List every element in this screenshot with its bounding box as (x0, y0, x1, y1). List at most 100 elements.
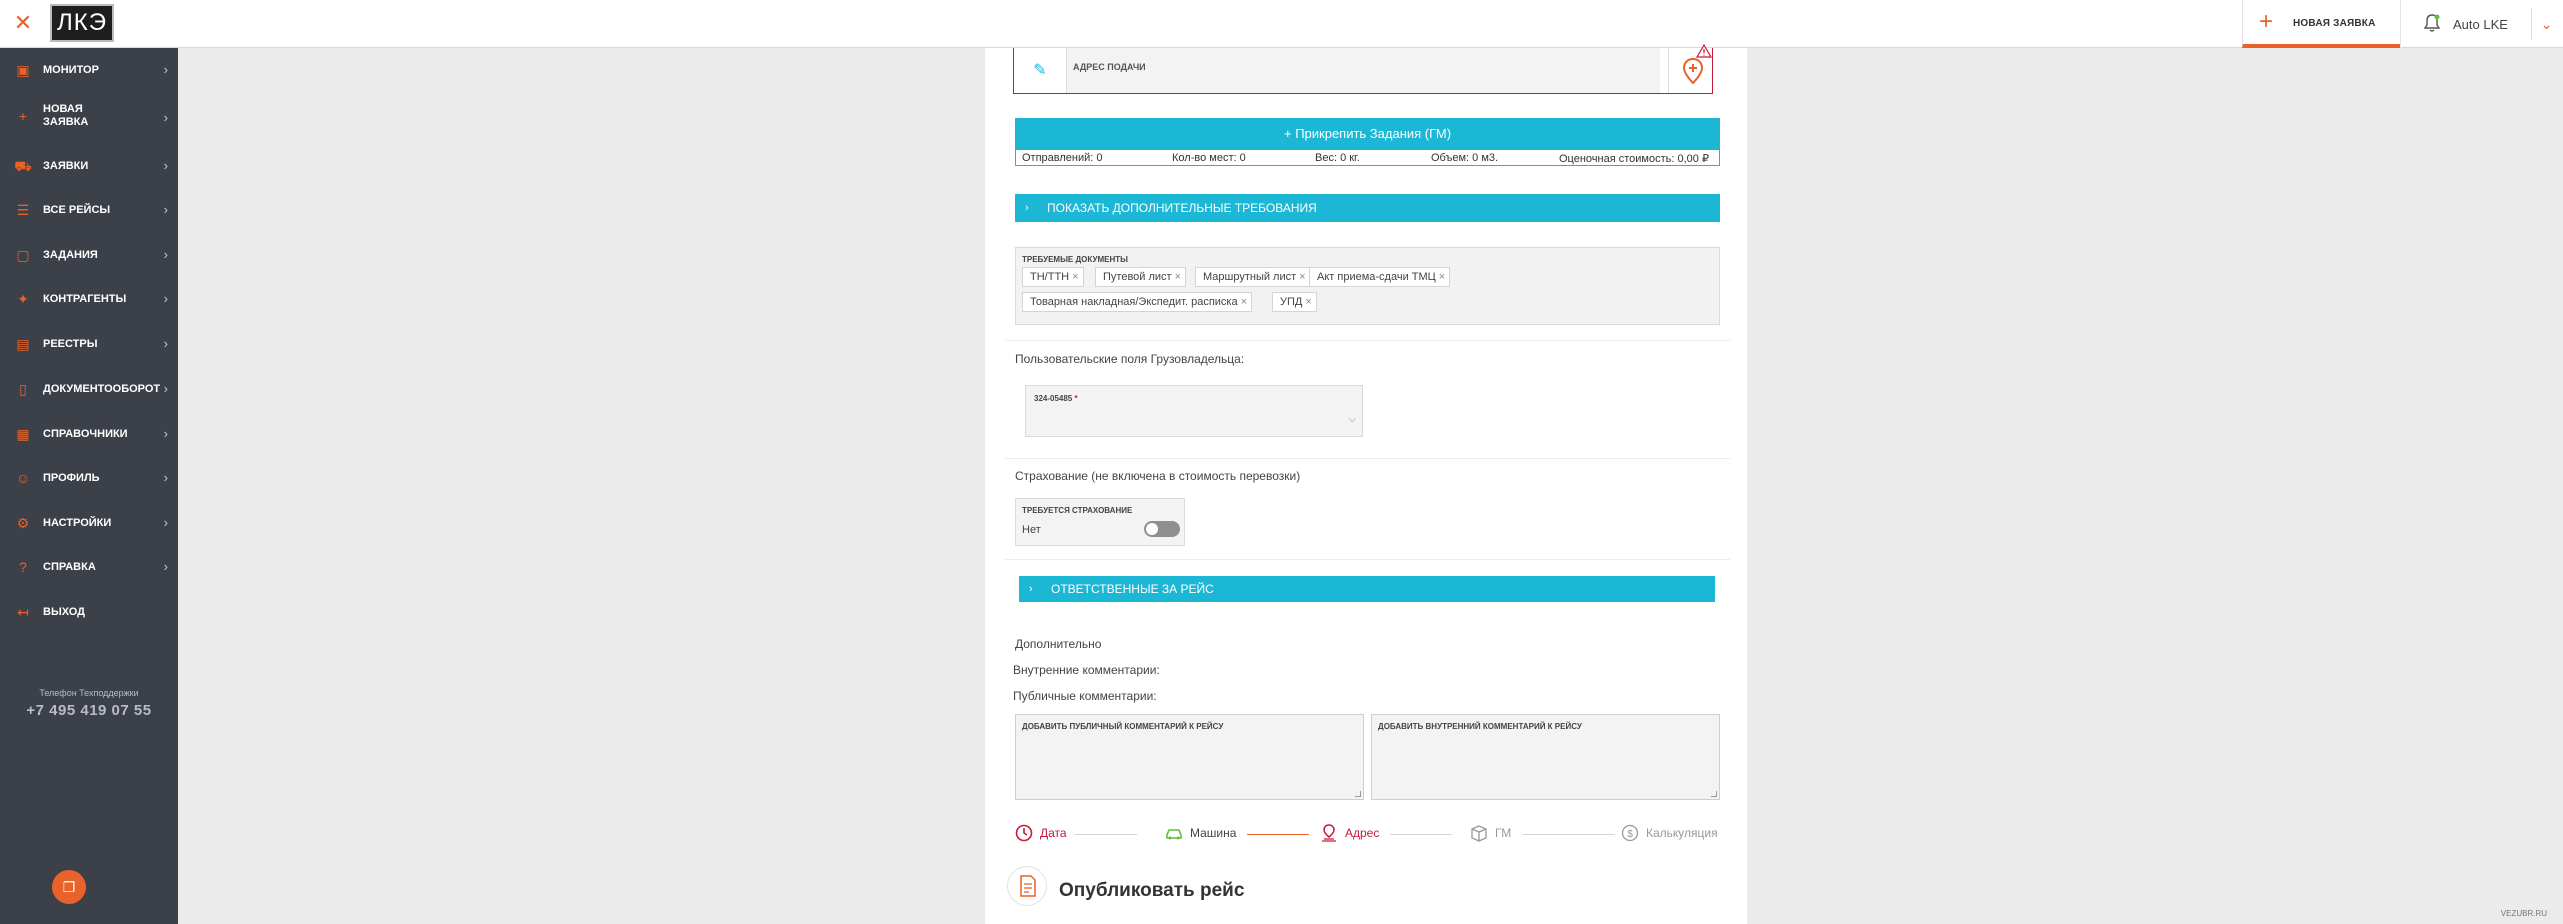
sidebar-item-directories[interactable]: ▦ СПРАВОЧНИКИ › (0, 412, 178, 456)
address-field[interactable]: АДРЕС ПОДАЧИ (1066, 48, 1660, 93)
chevron-down-icon: ⌵ (1348, 414, 1356, 425)
doc-chip: ТН/ТТН × (1022, 267, 1084, 287)
insurance-value: Нет (1022, 524, 1041, 536)
logo: ЛКЭ (50, 4, 114, 42)
help-icon: ? (19, 559, 27, 575)
sidebar-item-profile[interactable]: ☺ ПРОФИЛЬ › (0, 456, 178, 500)
divider (1005, 458, 1730, 459)
gear-icon: ⚙ (16, 515, 30, 531)
sidebar-item-new-order[interactable]: + НОВАЯ ЗАЯВКА › (0, 92, 178, 144)
chevron-right-icon: › (1029, 583, 1033, 595)
insurance-field: ТРЕБУЕТСЯ СТРАХОВАНИЕ Нет (1015, 498, 1185, 546)
resize-handle[interactable] (1711, 791, 1717, 797)
address-label: АДРЕС ПОДАЧИ (1073, 62, 1146, 72)
remove-icon[interactable]: × (1299, 271, 1305, 283)
doc-chip: Товарная накладная/Экспедит. расписка × (1022, 292, 1253, 312)
custom-field-select[interactable]: 324-05485 * ⌵ (1025, 385, 1363, 437)
remove-icon[interactable]: × (1439, 271, 1445, 283)
chevron-right-icon: › (163, 426, 168, 441)
remove-icon[interactable]: × (1072, 271, 1078, 283)
sidebar-item-label: СПРАВКА (43, 561, 96, 573)
attach-tasks-button[interactable]: + Прикрепить Задания (ГМ) (1015, 118, 1720, 149)
edit-icon[interactable]: ✎ (1014, 48, 1066, 93)
required-documents-select[interactable]: ТРЕБУЕМЫЕ ДОКУМЕНТЫ ТН/ТТН × Путевой лист… (1015, 247, 1720, 325)
remove-icon[interactable]: × (1241, 296, 1247, 308)
step-label: Дата (1040, 826, 1067, 840)
internal-comment-textarea[interactable]: ДОБАВИТЬ ВНУТРЕННИЙ КОММЕНТАРИЙ К РЕЙСУ (1371, 714, 1720, 800)
divider (1005, 340, 1730, 341)
profile-icon: ☺ (15, 470, 31, 486)
sidebar-item-monitor[interactable]: ▣ МОНИТОР › (0, 48, 178, 92)
sidebar-item-label: ПРОФИЛЬ (43, 472, 100, 484)
list-icon: ☰ (16, 202, 30, 218)
box-icon: ▢ (16, 247, 30, 263)
responsible-toggle[interactable]: › ОТВЕТСТВЕННЫЕ ЗА РЕЙС (1019, 576, 1715, 602)
stats-bar: Отправлений: 0 Кол-во мест: 0 Вес: 0 кг.… (1015, 149, 1720, 166)
chevron-right-icon: › (163, 202, 168, 217)
sidebar-item-logout[interactable]: ↤ ВЫХОД (0, 590, 178, 634)
sidebar-item-all-trips[interactable]: ☰ ВСЕ РЕЙСЫ › (0, 188, 178, 232)
public-comment-textarea[interactable]: ДОБАВИТЬ ПУБЛИЧНЫЙ КОММЕНТАРИЙ К РЕЙСУ (1015, 714, 1364, 800)
step-label: Адрес (1345, 826, 1380, 840)
chevron-right-icon: › (163, 470, 168, 485)
sidebar-item-label: НАСТРОЙКИ (43, 517, 112, 529)
truck-icon: ⛟ (14, 158, 32, 174)
chevron-right-icon: › (163, 291, 168, 306)
publish-trip-title: Опубликовать рейс (1059, 880, 1245, 901)
sidebar-item-documents[interactable]: ▯ ДОКУМЕНТООБОРОТ › (0, 367, 178, 411)
extra-requirements-toggle[interactable]: › ПОКАЗАТЬ ДОПОЛНИТЕЛЬНЫЕ ТРЕБОВАНИЯ (1015, 194, 1720, 222)
public-comment-placeholder: ДОБАВИТЬ ПУБЛИЧНЫЙ КОММЕНТАРИЙ К РЕЙСУ (1022, 722, 1224, 731)
doc-chip-label: Маршрутный лист (1203, 271, 1297, 283)
sidebar-item-registries[interactable]: ▤ РЕЕСТРЫ › (0, 322, 178, 366)
remove-icon[interactable]: × (1305, 296, 1311, 308)
new-order-tab[interactable]: + НОВАЯ ЗАЯВКА (2242, 0, 2400, 48)
clock-icon (1015, 824, 1033, 842)
sidebar-item-contractors[interactable]: ✦ КОНТРАГЕНТЫ › (0, 277, 178, 321)
remove-icon[interactable]: × (1175, 271, 1181, 283)
map-pin-icon (1683, 58, 1703, 84)
close-icon[interactable]: ✕ (8, 8, 38, 38)
dollar-icon: $ (1621, 824, 1639, 842)
new-order-label: НОВАЯ ЗАЯВКА (2293, 18, 2376, 29)
user-menu[interactable]: Auto LKE ⌄ (2400, 0, 2563, 48)
step-label: Калькуляция (1646, 826, 1718, 840)
handshake-icon: ✦ (17, 291, 29, 307)
insurance-title: Страхование (не включена в стоимость пер… (1015, 469, 1301, 483)
docs-label: ТРЕБУЕМЫЕ ДОКУМЕНТЫ (1022, 255, 1128, 264)
sidebar-item-help[interactable]: ? СПРАВКА › (0, 545, 178, 589)
chevron-right-icon: › (163, 158, 168, 173)
sidebar-item-orders[interactable]: ⛟ ЗАЯВКИ › (0, 144, 178, 188)
resize-handle[interactable] (1355, 791, 1361, 797)
chevron-right-icon: › (163, 515, 168, 530)
divider (1005, 559, 1730, 560)
sidebar-item-label: КОНТРАГЕНТЫ (43, 293, 127, 305)
chevron-down-icon[interactable]: ⌄ (2531, 8, 2561, 40)
doc-chip: Акт приема-сдачи ТМЦ × (1309, 267, 1451, 287)
plus-icon: + (2259, 8, 2274, 35)
internal-comments-title: Внутренние комментарии: (1013, 663, 1160, 677)
sidebar-item-label: СПРАВОЧНИКИ (43, 428, 128, 440)
plus-icon: + (1283, 126, 1296, 141)
sidebar-item-label: НОВАЯ ЗАЯВКА (43, 103, 89, 128)
bell-icon[interactable] (2423, 13, 2441, 38)
stat-places: Кол-во мест: 0 (1172, 152, 1246, 164)
sidebar-item-tasks[interactable]: ▢ ЗАДАНИЯ › (0, 233, 178, 277)
sidebar-item-label: ДОКУМЕНТООБОРОТ (43, 383, 161, 395)
top-bar: ✕ ЛКЭ + НОВАЯ ЗАЯВКА Auto LKE ⌄ (0, 0, 2563, 48)
box-icon (1471, 825, 1487, 842)
support-phone: +7 495 419 07 55 (26, 702, 152, 719)
document-icon: ▯ (19, 381, 27, 397)
chat-button[interactable]: ❐ (52, 870, 86, 904)
sidebar-item-label: ВСЕ РЕЙСЫ (43, 204, 111, 216)
chevron-right-icon: › (163, 62, 168, 77)
stat-shipments: Отправлений: 0 (1022, 152, 1103, 164)
doc-chip-label: УПД (1280, 296, 1303, 308)
doc-chip: Путевой лист × (1095, 267, 1187, 287)
sidebar-item-settings[interactable]: ⚙ НАСТРОЙКИ › (0, 501, 178, 545)
chevron-right-icon: › (163, 381, 168, 396)
step-connector (1390, 834, 1452, 835)
custom-field-label: 324-05485 * (1034, 394, 1078, 403)
chevron-right-icon: › (163, 247, 168, 262)
doc-chip: УПД × (1272, 292, 1317, 312)
insurance-toggle[interactable] (1144, 521, 1180, 537)
